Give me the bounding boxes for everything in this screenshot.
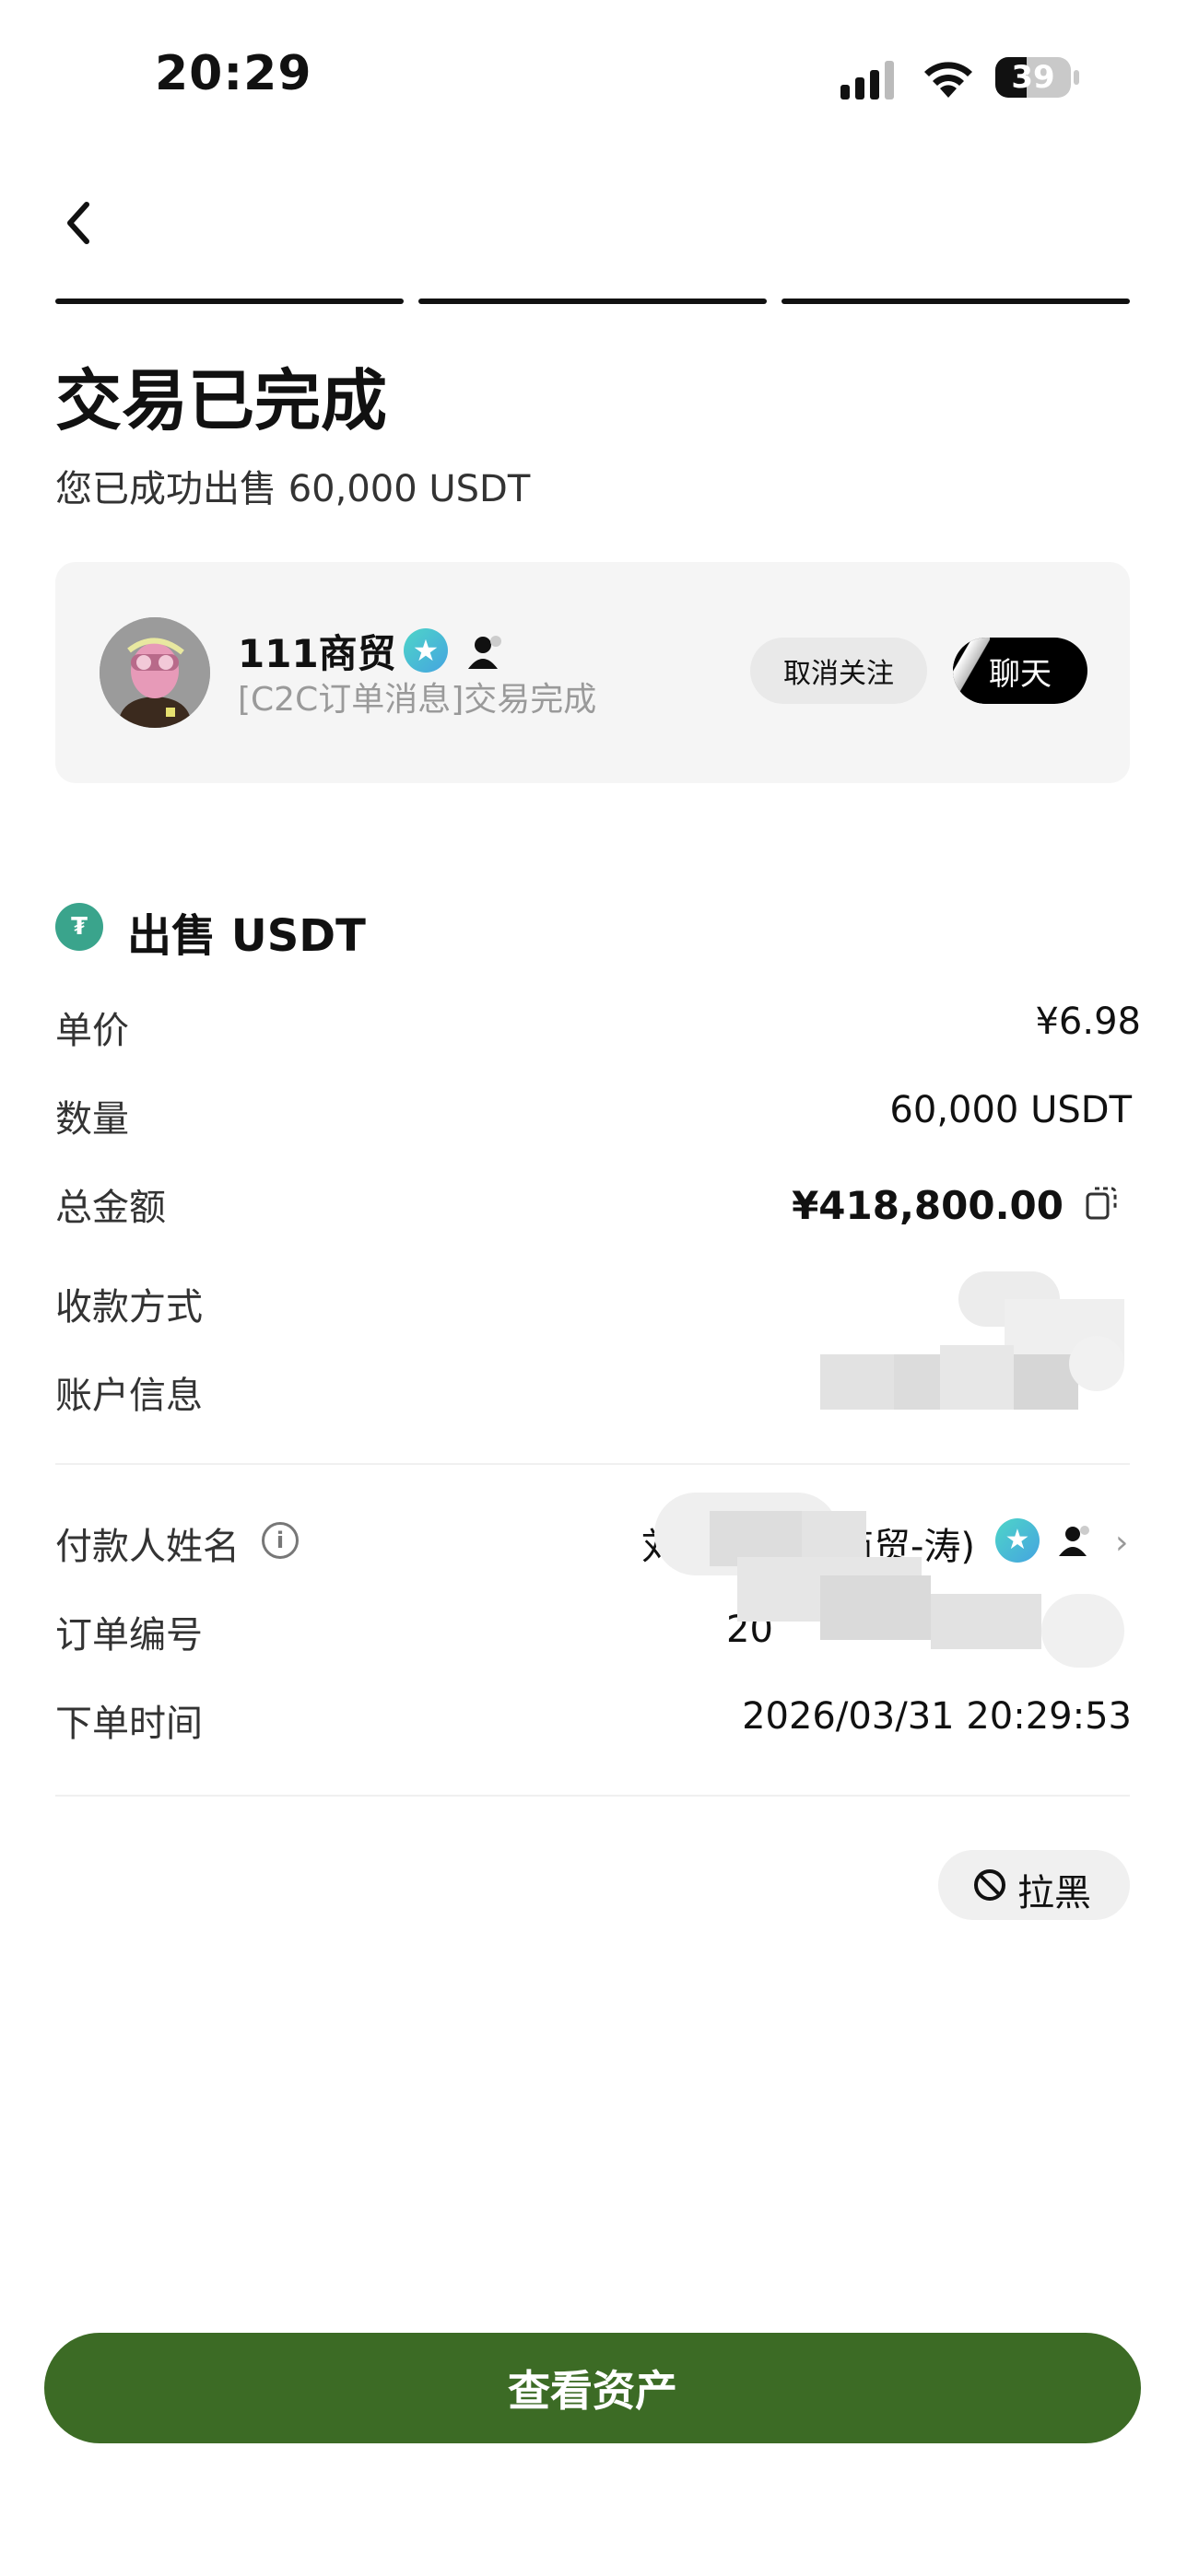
info-icon[interactable]: i — [262, 1522, 299, 1559]
tether-coin-icon: ₮ — [55, 903, 103, 951]
block-user-button[interactable]: 拉黑 — [938, 1850, 1130, 1920]
total-value: ¥418,800.00 — [792, 1183, 1064, 1228]
avatar[interactable] — [100, 617, 210, 728]
payer-name-label: 付款人姓名 — [55, 1526, 240, 1568]
chat-button-label: 聊天 — [989, 655, 1052, 693]
order-time-label: 下单时间 — [55, 1703, 203, 1745]
person-badge-icon — [463, 632, 503, 673]
divider — [55, 1795, 1130, 1797]
page-title: 交易已完成 — [55, 362, 388, 439]
order-number-label: 订单编号 — [55, 1614, 203, 1657]
wifi-icon — [920, 55, 977, 100]
payment-method-label: 收款方式 — [55, 1286, 203, 1329]
price-value: ¥6.98 — [1035, 1001, 1141, 1043]
divider — [55, 1463, 1130, 1465]
order-time-value: 2026/03/31 20:29:53 — [742, 1695, 1132, 1738]
quantity-value: 60,000 USDT — [889, 1089, 1132, 1131]
view-assets-button[interactable]: 查看资产 — [44, 2333, 1141, 2443]
battery-icon: 39 — [995, 57, 1080, 98]
progress-step-2 — [418, 299, 767, 304]
account-info-label: 账户信息 — [55, 1375, 203, 1417]
signal-icon — [840, 61, 899, 100]
redacted-payer-and-order — [654, 1493, 1124, 1677]
copy-icon[interactable] — [1084, 1185, 1119, 1222]
progress-step-3 — [782, 299, 1130, 304]
ban-icon — [973, 1868, 1006, 1902]
chat-button[interactable]: 聊天 — [953, 638, 1087, 704]
redacted-account-info — [820, 1271, 1134, 1410]
unfollow-button[interactable]: 取消关注 — [750, 638, 927, 704]
quantity-label: 数量 — [55, 1098, 129, 1141]
status-time: 20:29 — [155, 46, 312, 101]
block-user-label: 拉黑 — [1017, 1873, 1091, 1914]
back-arrow-icon[interactable] — [61, 197, 98, 249]
total-label: 总金额 — [55, 1187, 166, 1229]
sell-header: 出售 USDT — [127, 910, 366, 962]
merchant-name[interactable]: 111商贸 — [238, 623, 396, 679]
price-label: 单价 — [55, 1010, 129, 1052]
page-subtitle: 您已成功出售 60,000 USDT — [55, 468, 531, 510]
battery-level: 39 — [1011, 59, 1055, 96]
merchant-last-message: [C2C订单消息]交易完成 — [238, 681, 597, 719]
progress-step-1 — [55, 299, 404, 304]
star-badge-icon: ★ — [404, 628, 448, 673]
